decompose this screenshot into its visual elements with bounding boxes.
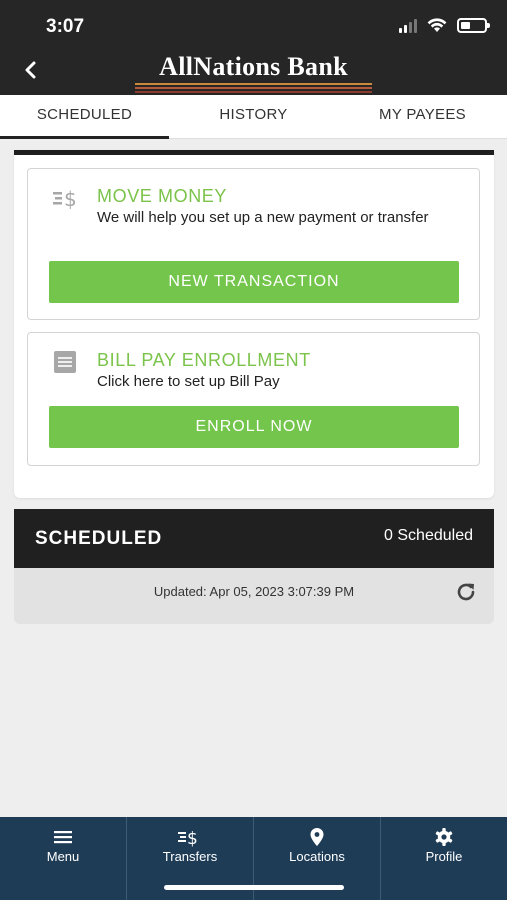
gear-icon	[381, 827, 507, 847]
new-transaction-button[interactable]: NEW TRANSACTION	[49, 261, 459, 303]
scheduled-count: 0 Scheduled	[384, 527, 473, 544]
battery-icon	[457, 18, 490, 33]
nav-menu-label: Menu	[46, 849, 80, 864]
transfer-dollar-icon: $	[52, 185, 82, 211]
move-money-card: $ MOVE MONEY We will help you set up a n…	[27, 168, 480, 320]
move-money-title: MOVE MONEY	[97, 186, 228, 206]
actions-panel: $ MOVE MONEY We will help you set up a n…	[14, 150, 494, 498]
updated-bar: Updated: Apr 05, 2023 3:07:39 PM	[14, 568, 494, 624]
document-icon	[52, 349, 82, 375]
bill-pay-description: Click here to set up Bill Pay	[97, 373, 280, 390]
refresh-icon	[457, 583, 475, 601]
tab-history[interactable]: HISTORY	[169, 95, 338, 138]
updated-timestamp: Updated: Apr 05, 2023 3:07:39 PM	[153, 584, 355, 599]
bank-logo: AllNations Bank	[135, 52, 372, 95]
status-time: 3:07	[46, 16, 85, 37]
wifi-icon	[427, 18, 447, 32]
status-icons	[399, 18, 490, 33]
chevron-left-icon	[25, 61, 36, 79]
signal-icon	[399, 18, 417, 33]
nav-locations-label: Locations	[289, 849, 345, 864]
scheduled-header: SCHEDULED 0 Scheduled	[14, 509, 494, 568]
refresh-button[interactable]	[454, 580, 478, 604]
logo-text: AllNations Bank	[159, 52, 348, 81]
enroll-now-button[interactable]: ENROLL NOW	[49, 406, 459, 448]
bill-pay-title: BILL PAY ENROLLMENT	[97, 350, 311, 370]
tab-my-payees[interactable]: MY PAYEES	[338, 95, 507, 138]
nav-menu[interactable]: Menu	[0, 817, 126, 900]
tab-bar: SCHEDULED HISTORY MY PAYEES	[0, 95, 507, 139]
location-pin-icon	[254, 827, 380, 847]
scheduled-title: SCHEDULED	[35, 528, 163, 549]
svg-text:$: $	[187, 829, 198, 847]
app-header: 3:07 AllNations Bank	[0, 0, 507, 95]
transfers-icon: $	[127, 827, 253, 847]
logo-underline	[135, 83, 372, 93]
nav-transfers-label: Transfers	[162, 849, 218, 864]
nav-profile-label: Profile	[425, 849, 463, 864]
bill-pay-card: BILL PAY ENROLLMENT Click here to set up…	[27, 332, 480, 466]
nav-profile[interactable]: Profile	[380, 817, 507, 900]
move-money-description: We will help you set up a new payment or…	[97, 209, 429, 226]
home-indicator[interactable]	[164, 885, 344, 890]
menu-icon	[0, 827, 126, 847]
tab-scheduled[interactable]: SCHEDULED	[0, 95, 169, 139]
back-button[interactable]	[18, 58, 42, 82]
svg-text:$: $	[64, 187, 77, 211]
